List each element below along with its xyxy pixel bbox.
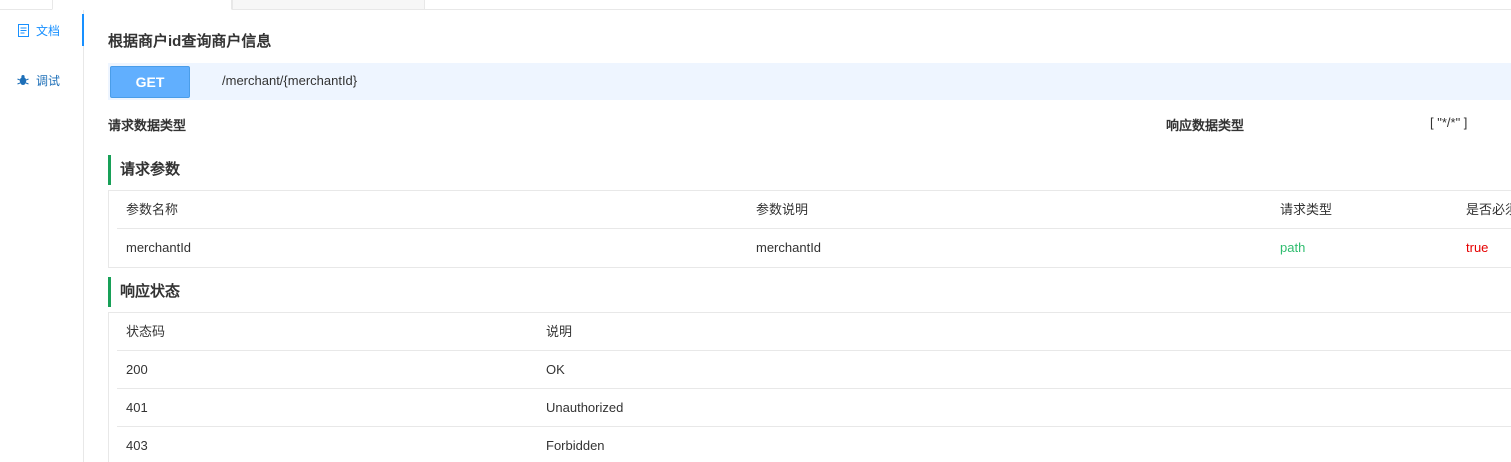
status-description: OK — [546, 362, 565, 377]
table-row: 403 Forbidden — [117, 427, 1511, 462]
status-description: Forbidden — [546, 438, 605, 453]
response-type-label: 响应数据类型 — [1166, 118, 1245, 133]
header-cell: 请求类型 — [1280, 202, 1333, 217]
response-type-value: [ "*/*" ] — [1430, 115, 1468, 130]
status-code: 200 — [126, 362, 148, 377]
table-header-row: 参数名称 参数说明 请求类型 是否必须 — [117, 191, 1511, 229]
params-section-title: 请求参数 — [108, 155, 180, 185]
main-content: 根据商户id查询商户信息 GET /merchant/{merchantId} … — [108, 0, 1511, 462]
header-cell: 参数名称 — [126, 202, 179, 217]
table-row: merchantId merchantId path true — [117, 229, 1511, 267]
method-button[interactable]: GET — [110, 66, 190, 98]
status-code: 403 — [126, 438, 148, 453]
active-indicator — [82, 14, 84, 46]
menu-item-label: 调试 — [36, 73, 61, 88]
status-description: Unauthorized — [546, 400, 624, 415]
header-cell: 说明 — [546, 324, 573, 339]
table-header-row: 状态码 说明 — [117, 313, 1511, 351]
bug-icon — [16, 73, 30, 87]
table-row: 200 OK — [117, 351, 1511, 389]
document-icon — [16, 23, 30, 37]
param-name: merchantId — [126, 240, 192, 255]
header-cell: 状态码 — [126, 324, 166, 339]
page-title: 根据商户id查询商户信息 — [108, 33, 272, 50]
responses-section-title: 响应状态 — [108, 277, 180, 307]
table-row: 401 Unauthorized — [117, 389, 1511, 427]
endpoint-bar: GET /merchant/{merchantId} — [108, 63, 1511, 100]
menu-item-label: 文档 — [36, 23, 61, 38]
param-description: merchantId — [756, 240, 822, 255]
endpoint-path: /merchant/{merchantId} — [222, 73, 358, 88]
request-type-label: 请求数据类型 — [108, 118, 187, 133]
param-type: path — [1280, 240, 1306, 255]
header-cell: 参数说明 — [756, 202, 809, 217]
menu-item-debug[interactable]: 调试 — [16, 70, 60, 90]
menu-item-doc[interactable]: 文档 — [16, 20, 60, 40]
status-code: 401 — [126, 400, 148, 415]
side-menu: 文档 调试 — [0, 10, 84, 462]
header-cell: 是否必须 — [1466, 202, 1511, 217]
responses-table: 状态码 说明 200 OK 401 Unauthorized 403 Forbi… — [108, 312, 1511, 462]
param-required: true — [1466, 240, 1489, 255]
params-table: 参数名称 参数说明 请求类型 是否必须 merchantId merchantI… — [108, 190, 1511, 268]
